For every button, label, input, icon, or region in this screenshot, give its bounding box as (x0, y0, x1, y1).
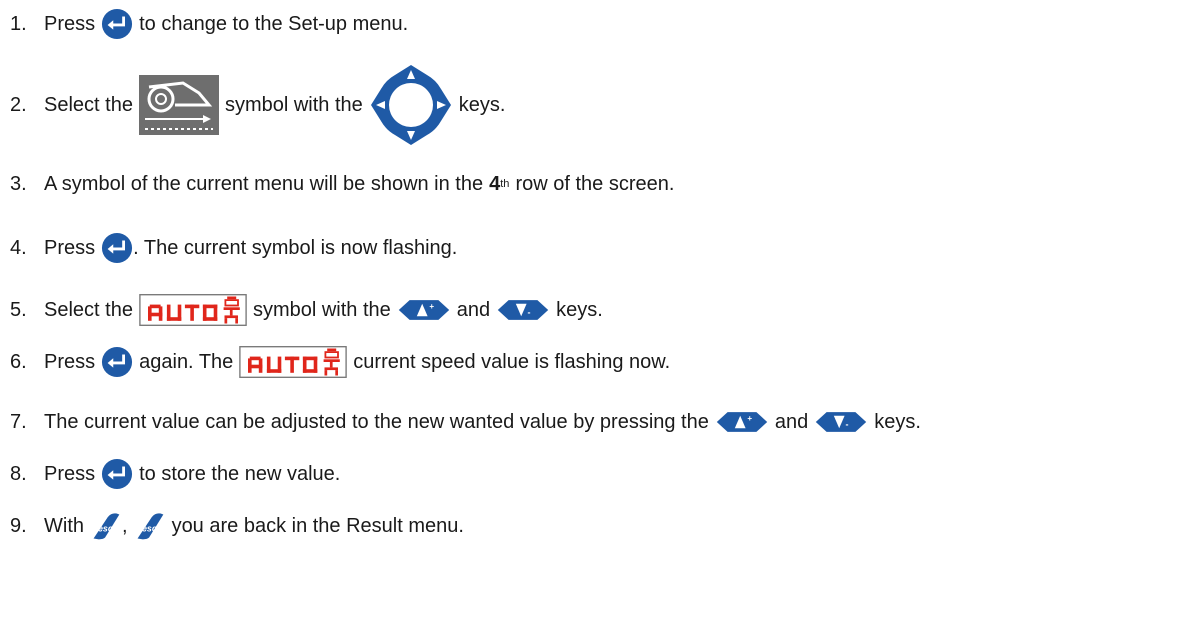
step-text: to store the new value. (139, 462, 341, 485)
down-arrow-key-icon (814, 410, 868, 434)
step-number: 9. (10, 514, 27, 537)
esc-key-icon (90, 511, 122, 541)
step-2: 2. Select the symbol with the keys. (0, 62, 505, 148)
step-text: , (122, 514, 128, 537)
step-8: 8. Press to store the new value. (0, 450, 340, 498)
step-text: Press (44, 12, 96, 35)
step-number: 8. (10, 462, 27, 485)
step-text: The current value can be adjusted to the… (44, 410, 709, 433)
step-text: keys. (556, 298, 603, 321)
down-arrow-key-icon (496, 298, 550, 322)
step-5: 5. Select the symbol with the and keys. (0, 286, 603, 334)
step-text: current speed value is flashing now. (353, 350, 671, 373)
step-text: keys. (458, 93, 506, 116)
step-3: 3. A symbol of the current menu will be … (0, 160, 674, 208)
step-text: Press (44, 462, 96, 485)
ordinal-suffix: th (500, 178, 510, 190)
step-number: 3. (10, 172, 27, 195)
step-1: 1. Press to change to the Set-up menu. (0, 0, 408, 48)
enter-key-icon (101, 232, 133, 264)
step-text: keys. (874, 410, 921, 433)
up-arrow-key-icon (397, 298, 451, 322)
enter-key-icon (101, 346, 133, 378)
step-text: row of the screen. (515, 172, 675, 195)
row-number: 4 (489, 172, 501, 195)
esc-key-icon (134, 511, 166, 541)
step-text: . The current symbol is now flashing. (133, 236, 458, 259)
auto-speed-symbol (139, 293, 247, 327)
step-text: Select the (44, 298, 133, 321)
step-text: Press (44, 350, 96, 373)
up-arrow-key-icon (715, 410, 769, 434)
step-number: 6. (10, 350, 27, 373)
auto-speed-symbol (239, 345, 347, 379)
enter-key-icon (101, 8, 133, 40)
step-text: A symbol of the current menu will be sho… (44, 172, 484, 195)
enter-key-icon (101, 458, 133, 490)
step-9: 9. With , you are back in the Result men… (0, 502, 464, 550)
step-text: again. The (139, 350, 234, 373)
step-text: to change to the Set-up menu. (139, 12, 409, 35)
step-4: 4. Press . The current symbol is now fla… (0, 224, 457, 272)
step-number: 1. (10, 12, 27, 35)
step-number: 4. (10, 236, 27, 259)
navigation-pad-icon (370, 65, 451, 145)
step-text: Press (44, 236, 96, 259)
step-text: symbol with the (224, 93, 363, 116)
step-text: you are back in the Result menu. (171, 514, 464, 537)
step-text: Select the (44, 93, 133, 116)
step-6: 6. Press again. The current speed value … (0, 338, 670, 386)
step-number: 5. (10, 298, 27, 321)
step-text: and (774, 410, 809, 433)
step-text: and (456, 298, 491, 321)
step-number: 7. (10, 410, 27, 433)
step-text: symbol with the (252, 298, 391, 321)
step-text: With (44, 514, 84, 537)
step-number: 2. (10, 93, 27, 116)
step-7: 7. The current value can be adjusted to … (0, 398, 921, 446)
tractor-wheel-menu-icon (138, 75, 219, 135)
